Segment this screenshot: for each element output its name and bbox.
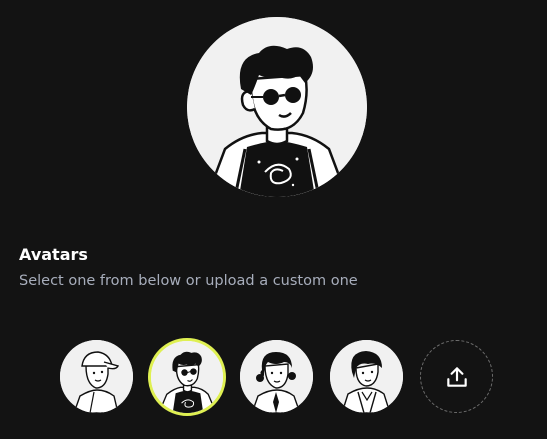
section-subtitle: Select one from below or upload a custom… [19, 273, 358, 289]
avatar-man-sunglasses-icon [187, 17, 367, 197]
avatar-option-4[interactable] [330, 340, 403, 413]
avatar-man-sunglasses-icon [151, 341, 223, 413]
section-title: Avatars [19, 245, 88, 264]
avatar-woman-jacket-icon [330, 340, 403, 413]
avatar-woman-tie-icon [240, 340, 313, 413]
avatar-option-1[interactable] [60, 340, 133, 413]
selected-avatar-preview [187, 17, 367, 197]
avatar-picker: Avatars Select one from below or upload … [0, 0, 547, 439]
avatar-man-cap-icon [60, 340, 133, 413]
upload-avatar-button[interactable] [420, 340, 493, 413]
avatar-option-3[interactable] [240, 340, 313, 413]
avatar-option-2-selected[interactable] [148, 338, 226, 416]
upload-icon [446, 366, 467, 387]
